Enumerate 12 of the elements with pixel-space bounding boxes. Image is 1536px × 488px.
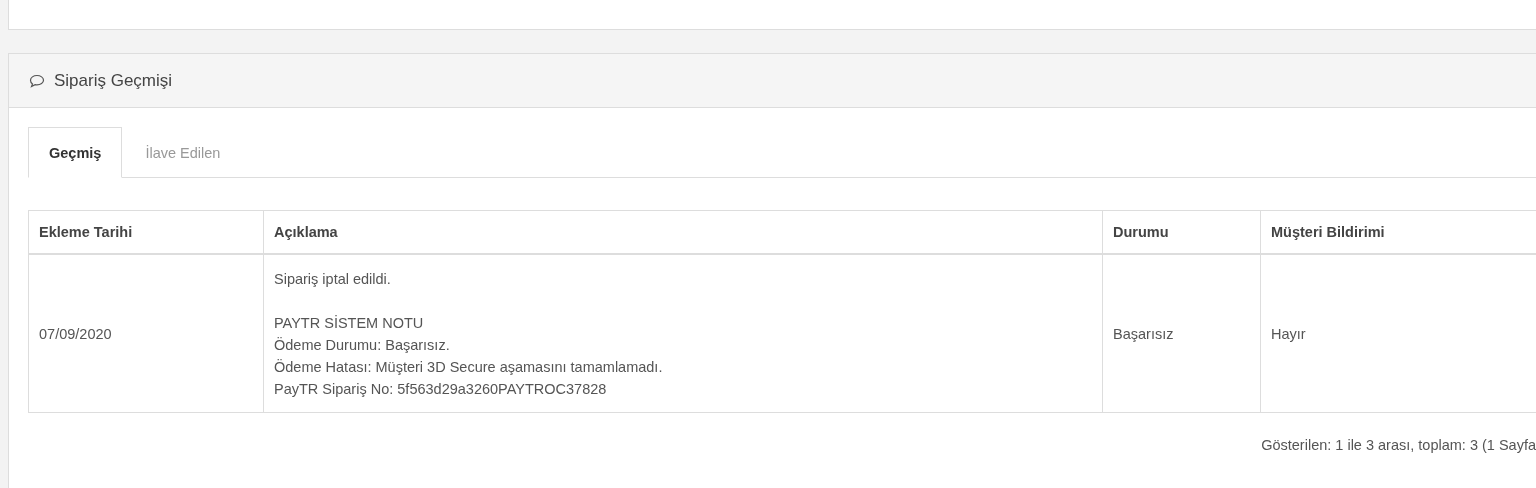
table-cell: Başarısız — [1102, 254, 1261, 413]
column-header: Durumu — [1102, 210, 1261, 254]
panel-title: Sipariş Geçmişi — [54, 70, 173, 91]
speech-bubble-icon — [29, 73, 45, 88]
tab[interactable]: Geçmiş — [28, 127, 123, 178]
pagination-text: Gösterilen: 1 ile 3 arası, toplam: 3 (1 Sayfa — [1261, 437, 1536, 453]
column-header: Müşteri Bildirimi — [1260, 210, 1536, 254]
column-header: Açıklama — [263, 210, 1103, 254]
column-header: Ekleme Tarihi — [28, 210, 264, 254]
note-text: Sipariş iptal edildi. — [274, 269, 392, 289]
note-text: PAYTR SİSTEM NOTU Ödeme Durumu: Başarısız. Ödeme Hatası: Müşteri 3D Secure aşamasını tamamlamadı. PayTR Sipariş No: 5f563d29a3260PAYTROC37828 — [274, 313, 664, 399]
table-cell: 07/09/2020 — [28, 254, 264, 413]
